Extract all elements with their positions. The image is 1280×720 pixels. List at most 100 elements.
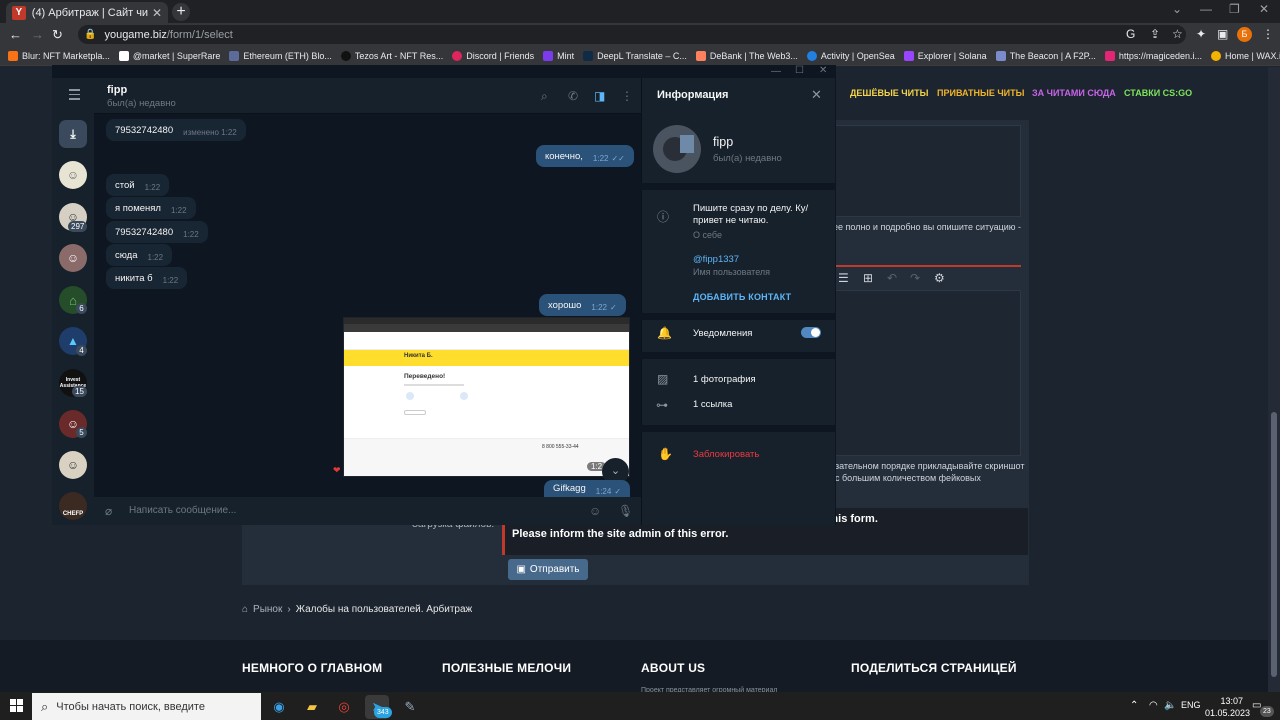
minimize-window-icon[interactable]: — [1200, 2, 1212, 16]
message-input[interactable]: Написать сообщение... [129, 505, 236, 516]
magiceden-icon [1104, 50, 1115, 61]
share-icon[interactable]: ⇪ [1150, 27, 1160, 41]
breadcrumb-market[interactable]: Рынок [253, 604, 282, 615]
nav-cheap-cheats[interactable]: ДЕШЁВЫЕ ЧИТЫ [850, 88, 928, 98]
bookmark-item[interactable]: DeBank | The Web3... [695, 50, 798, 61]
submit-button[interactable]: ▣ Отправить [508, 559, 588, 580]
microphone-icon[interactable]: 🎙 [618, 504, 633, 518]
add-contact-button[interactable]: ДОБАВИТЬ КОНТАКТ [693, 292, 791, 302]
volume-icon[interactable]: 🔈 [1164, 700, 1176, 711]
address-bar[interactable]: 🔒 yougame.biz/form/1/select [78, 25, 1186, 44]
message-incoming[interactable]: 79532742480 1:22 [106, 221, 208, 243]
side-panel-icon[interactable]: ▣ [1217, 27, 1228, 41]
message-outgoing[interactable]: хорошо 1:22 ✓ [539, 294, 626, 316]
username-link[interactable]: @fipp1337 [693, 254, 739, 265]
forward-icon[interactable]: → [31, 27, 44, 42]
chat-avatar[interactable]: ☺ [59, 451, 87, 479]
nav-csgo-bets[interactable]: СТАВКИ CS:GO [1124, 88, 1192, 98]
bookmark-item[interactable]: Home | WAX.io Blo... [1210, 50, 1280, 61]
bookmark-item[interactable]: Discord | Friends [452, 50, 534, 61]
extensions-icon[interactable]: ✦ [1196, 27, 1206, 41]
photo-message[interactable]: Никита Б. Переведено! 8 800 555-33-44 1:… [343, 317, 630, 477]
page-scrollbar[interactable] [1268, 67, 1280, 692]
editor-textarea[interactable] [835, 290, 1021, 456]
new-tab-button[interactable]: + [172, 3, 190, 21]
app-icon[interactable]: ✎ [398, 695, 422, 719]
chat-avatar[interactable]: ☺ [59, 244, 87, 272]
tg-maximize-icon[interactable]: ☐ [795, 65, 804, 76]
heart-reaction-icon[interactable]: ❤ [333, 465, 345, 477]
notifications-toggle[interactable] [801, 327, 821, 338]
chat-avatar[interactable]: ☺ [59, 161, 87, 189]
tg-minimize-icon[interactable]: — [771, 66, 781, 77]
message-incoming[interactable]: сюда 1:22 [106, 244, 173, 266]
photos-count[interactable]: 1 фотография [693, 374, 756, 386]
chrome-icon[interactable]: ◎ [332, 695, 356, 719]
nav-cheats-here[interactable]: ЗА ЧИТАМИ СЮДА [1032, 88, 1116, 98]
redo-icon[interactable]: ↷ [910, 271, 920, 285]
profile-avatar[interactable]: Б [1237, 27, 1252, 42]
user-avatar[interactable] [653, 125, 701, 173]
bookmark-item[interactable]: @market | SuperRare [118, 50, 220, 61]
google-lens-icon[interactable]: G [1126, 27, 1135, 41]
bookmark-item[interactable]: The Beacon | A F2P... [995, 50, 1096, 61]
bookmark-item[interactable]: Ethereum (ETH) Blo... [229, 50, 332, 61]
message-incoming[interactable]: я поменял 1:22 [106, 197, 196, 219]
bookmark-item[interactable]: Explorer | Solana [903, 50, 987, 61]
reload-icon[interactable]: ↻ [52, 27, 63, 43]
bookmark-item[interactable]: Blur: NFT Marketpla... [8, 50, 110, 61]
tg-close-icon[interactable]: ✕ [819, 65, 827, 76]
bookmark-star-icon[interactable]: ☆ [1172, 27, 1183, 41]
close-window-icon[interactable]: ✕ [1259, 2, 1269, 16]
breadcrumb-arbitrage[interactable]: Жалобы на пользователей. Арбитраж [296, 604, 473, 615]
scrollbar-thumb[interactable] [1271, 412, 1277, 677]
call-icon[interactable]: ✆ [568, 89, 578, 103]
nav-private-cheats[interactable]: ПРИВАТНЫЕ ЧИТЫ [937, 88, 1024, 98]
search-icon: ⌕ [41, 698, 49, 714]
settings-gear-icon[interactable]: ⚙ [934, 271, 945, 285]
error-line: Please inform the site admin of this err… [512, 528, 729, 540]
more-dots-icon[interactable]: ⋮ [621, 89, 633, 103]
table-icon[interactable]: ⊞ [863, 271, 873, 285]
tray-chevron-up-icon[interactable]: ⌃ [1130, 700, 1138, 711]
bookmark-item[interactable]: DeepL Translate – C... [583, 50, 687, 61]
close-icon[interactable]: ✕ [811, 87, 822, 103]
bookmark-item[interactable]: Mint [543, 50, 574, 61]
chat-avatar[interactable]: CHEFP [59, 492, 87, 520]
list-icon[interactable]: ☰ [838, 271, 849, 285]
message-incoming[interactable]: 79532742480 изменено 1:22 [106, 119, 246, 141]
bookmark-item[interactable]: Tezos Art - NFT Res... [340, 50, 443, 61]
message-outgoing[interactable]: Gifkagg 1:24 ✓ [544, 480, 631, 497]
attach-paperclip-icon[interactable]: ⌀ [105, 504, 112, 518]
home-icon[interactable]: ⌂ [242, 604, 248, 615]
sidebar-toggle-icon[interactable]: ◨ [594, 89, 605, 103]
language-indicator[interactable]: ENG [1181, 700, 1201, 710]
back-icon[interactable]: ← [9, 27, 22, 42]
search-icon[interactable]: ⌕ [541, 89, 548, 104]
message-incoming[interactable]: стой 1:22 [106, 174, 170, 196]
links-count[interactable]: 1 ссылка [693, 399, 732, 411]
tab-close-icon[interactable]: ✕ [152, 6, 162, 20]
restore-window-icon[interactable]: ❐ [1229, 2, 1240, 16]
wifi-icon[interactable]: ◠ [1149, 700, 1158, 711]
archive-folder-icon[interactable]: ⤓ [59, 120, 87, 148]
emoji-icon[interactable]: ☺ [589, 504, 601, 518]
taskbar-search-placeholder: Чтобы начать поиск, введите [56, 700, 205, 713]
file-explorer-icon[interactable]: ▰ [300, 695, 324, 719]
menu-dots-icon[interactable]: ⋮ [1262, 27, 1274, 41]
message-incoming[interactable]: никита б 1:22 [106, 267, 188, 289]
message-outgoing[interactable]: конечно, 1:22 ✓✓ [536, 145, 634, 167]
system-clock[interactable]: 13:07 01.05.2023 [1205, 695, 1250, 719]
form-field[interactable] [835, 125, 1021, 217]
undo-icon[interactable]: ↶ [887, 271, 897, 285]
bookmark-item[interactable]: Activity | OpenSea [806, 50, 895, 61]
tab-search-icon[interactable]: ⌄ [1172, 2, 1182, 16]
taskbar-search[interactable]: ⌕ Чтобы начать поиск, введите [32, 693, 261, 720]
chat-title[interactable]: fipp [107, 84, 127, 96]
bookmark-item[interactable]: https://magiceden.i... [1104, 50, 1202, 61]
block-user-button[interactable]: Заблокировать [693, 449, 759, 460]
windows-start-icon[interactable] [10, 699, 23, 712]
edge-icon[interactable]: ◉ [267, 695, 291, 719]
menu-burger-icon[interactable] [69, 89, 80, 103]
browser-tab-active[interactable]: Y (4) Арбитраж | Сайт читов, скр ✕ [6, 2, 168, 23]
